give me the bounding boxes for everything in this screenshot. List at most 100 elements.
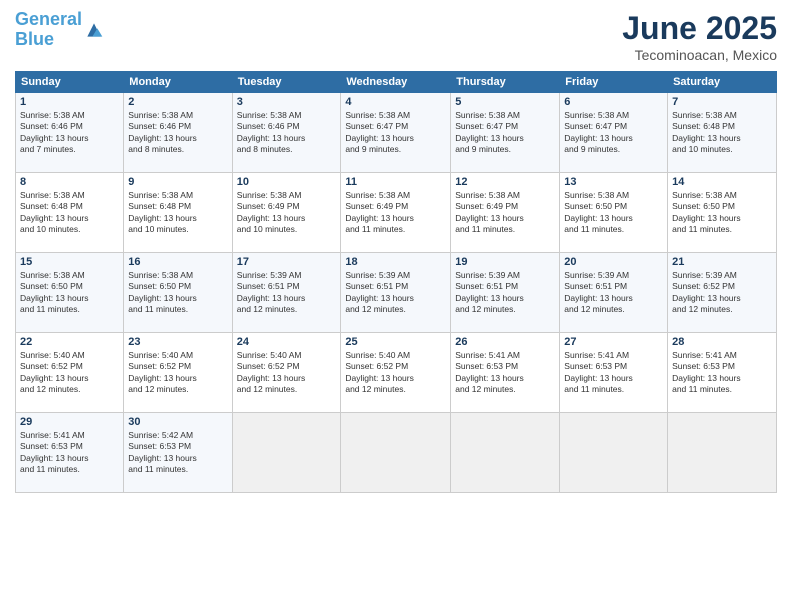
week-row-5: 29 Sunrise: 5:41 AMSunset: 6:53 PMDayligh… — [16, 413, 777, 493]
calendar-subtitle: Tecominoacan, Mexico — [622, 47, 777, 63]
day-number: 1 — [20, 96, 119, 108]
day-number: 18 — [345, 256, 446, 268]
day-info: Sunrise: 5:39 AMSunset: 6:51 PMDaylight:… — [237, 270, 337, 316]
table-cell — [232, 413, 341, 493]
day-number: 5 — [455, 96, 555, 108]
table-cell: 6 Sunrise: 5:38 AMSunset: 6:47 PMDaylight… — [560, 93, 668, 173]
day-info: Sunrise: 5:38 AMSunset: 6:47 PMDaylight:… — [564, 110, 663, 156]
day-info: Sunrise: 5:42 AMSunset: 6:53 PMDaylight:… — [128, 430, 227, 476]
table-cell: 25 Sunrise: 5:40 AMSunset: 6:52 PMDayligh… — [341, 333, 451, 413]
page: General Blue June 2025 Tecominoacan, Mex… — [0, 0, 792, 612]
day-info: Sunrise: 5:41 AMSunset: 6:53 PMDaylight:… — [672, 350, 772, 396]
day-number: 29 — [20, 416, 119, 428]
table-cell: 28 Sunrise: 5:41 AMSunset: 6:53 PMDayligh… — [668, 333, 777, 413]
calendar-header-row: Sunday Monday Tuesday Wednesday Thursday… — [16, 72, 777, 93]
day-number: 11 — [345, 176, 446, 188]
day-number: 20 — [564, 256, 663, 268]
table-cell: 19 Sunrise: 5:39 AMSunset: 6:51 PMDayligh… — [451, 253, 560, 333]
logo-icon — [84, 20, 104, 40]
table-cell — [451, 413, 560, 493]
table-cell: 20 Sunrise: 5:39 AMSunset: 6:51 PMDayligh… — [560, 253, 668, 333]
day-number: 14 — [672, 176, 772, 188]
table-cell: 7Sunrise: 5:38 AMSunset: 6:48 PMDaylight… — [668, 93, 777, 173]
day-number: 8 — [20, 176, 119, 188]
calendar-title: June 2025 — [622, 10, 777, 47]
day-number: 9 — [128, 176, 227, 188]
table-cell: 16 Sunrise: 5:38 AMSunset: 6:50 PMDayligh… — [124, 253, 232, 333]
table-cell: 4Sunrise: 5:38 AMSunset: 6:47 PMDaylight… — [341, 93, 451, 173]
week-row-3: 15 Sunrise: 5:38 AMSunset: 6:50 PMDayligh… — [16, 253, 777, 333]
table-cell: 12 Sunrise: 5:38 AMSunset: 6:49 PMDayligh… — [451, 173, 560, 253]
day-number: 7 — [672, 96, 772, 108]
day-info: Sunrise: 5:38 AMSunset: 6:49 PMDaylight:… — [237, 190, 337, 236]
day-number: 19 — [455, 256, 555, 268]
table-cell: 2 Sunrise: 5:38 AMSunset: 6:46 PMDaylight… — [124, 93, 232, 173]
day-info: Sunrise: 5:41 AMSunset: 6:53 PMDaylight:… — [20, 430, 119, 476]
day-info: Sunrise: 5:40 AMSunset: 6:52 PMDaylight:… — [20, 350, 119, 396]
table-cell: 11 Sunrise: 5:38 AMSunset: 6:49 PMDayligh… — [341, 173, 451, 253]
col-thursday: Thursday — [451, 72, 560, 93]
day-number: 22 — [20, 336, 119, 348]
calendar-table: Sunday Monday Tuesday Wednesday Thursday… — [15, 71, 777, 493]
table-cell: 3 Sunrise: 5:38 AMSunset: 6:46 PMDaylight… — [232, 93, 341, 173]
table-cell: 14 Sunrise: 5:38 AMSunset: 6:50 PMDayligh… — [668, 173, 777, 253]
day-number: 12 — [455, 176, 555, 188]
day-info: Sunrise: 5:38 AMSunset: 6:47 PMDaylight:… — [345, 110, 446, 156]
logo-line2: Blue — [15, 29, 54, 49]
table-cell: 24Sunrise: 5:40 AMSunset: 6:52 PMDayligh… — [232, 333, 341, 413]
table-cell: 27Sunrise: 5:41 AMSunset: 6:53 PMDayligh… — [560, 333, 668, 413]
day-number: 10 — [237, 176, 337, 188]
table-cell — [341, 413, 451, 493]
col-wednesday: Wednesday — [341, 72, 451, 93]
day-number: 21 — [672, 256, 772, 268]
day-number: 26 — [455, 336, 555, 348]
day-info: Sunrise: 5:38 AMSunset: 6:49 PMDaylight:… — [455, 190, 555, 236]
title-block: June 2025 Tecominoacan, Mexico — [622, 10, 777, 63]
day-info: Sunrise: 5:39 AMSunset: 6:51 PMDaylight:… — [564, 270, 663, 316]
table-cell: 9Sunrise: 5:38 AMSunset: 6:48 PMDaylight… — [124, 173, 232, 253]
day-number: 6 — [564, 96, 663, 108]
day-info: Sunrise: 5:38 AMSunset: 6:46 PMDaylight:… — [20, 110, 119, 156]
day-number: 13 — [564, 176, 663, 188]
day-info: Sunrise: 5:40 AMSunset: 6:52 PMDaylight:… — [237, 350, 337, 396]
week-row-1: 1 Sunrise: 5:38 AMSunset: 6:46 PMDaylight… — [16, 93, 777, 173]
table-cell: 26Sunrise: 5:41 AMSunset: 6:53 PMDayligh… — [451, 333, 560, 413]
day-info: Sunrise: 5:38 AMSunset: 6:48 PMDaylight:… — [20, 190, 119, 236]
day-number: 15 — [20, 256, 119, 268]
col-friday: Friday — [560, 72, 668, 93]
col-tuesday: Tuesday — [232, 72, 341, 93]
table-cell — [560, 413, 668, 493]
table-cell: 23 Sunrise: 5:40 AMSunset: 6:52 PMDayligh… — [124, 333, 232, 413]
day-number: 2 — [128, 96, 227, 108]
table-cell: 29 Sunrise: 5:41 AMSunset: 6:53 PMDayligh… — [16, 413, 124, 493]
table-cell: 1 Sunrise: 5:38 AMSunset: 6:46 PMDaylight… — [16, 93, 124, 173]
day-info: Sunrise: 5:38 AMSunset: 6:50 PMDaylight:… — [128, 270, 227, 316]
day-info: Sunrise: 5:38 AMSunset: 6:49 PMDaylight:… — [345, 190, 446, 236]
header: General Blue June 2025 Tecominoacan, Mex… — [15, 10, 777, 63]
logo-line1: General — [15, 9, 82, 29]
week-row-2: 8 Sunrise: 5:38 AMSunset: 6:48 PMDaylight… — [16, 173, 777, 253]
table-cell: 5Sunrise: 5:38 AMSunset: 6:47 PMDaylight… — [451, 93, 560, 173]
table-cell: 13 Sunrise: 5:38 AMSunset: 6:50 PMDayligh… — [560, 173, 668, 253]
day-info: Sunrise: 5:38 AMSunset: 6:50 PMDaylight:… — [564, 190, 663, 236]
day-info: Sunrise: 5:40 AMSunset: 6:52 PMDaylight:… — [128, 350, 227, 396]
table-cell — [668, 413, 777, 493]
col-saturday: Saturday — [668, 72, 777, 93]
day-info: Sunrise: 5:39 AMSunset: 6:51 PMDaylight:… — [345, 270, 446, 316]
day-info: Sunrise: 5:41 AMSunset: 6:53 PMDaylight:… — [564, 350, 663, 396]
table-cell: 10 Sunrise: 5:38 AMSunset: 6:49 PMDayligh… — [232, 173, 341, 253]
day-info: Sunrise: 5:39 AMSunset: 6:52 PMDaylight:… — [672, 270, 772, 316]
day-info: Sunrise: 5:38 AMSunset: 6:50 PMDaylight:… — [672, 190, 772, 236]
day-number: 3 — [237, 96, 337, 108]
day-info: Sunrise: 5:38 AMSunset: 6:46 PMDaylight:… — [237, 110, 337, 156]
day-info: Sunrise: 5:39 AMSunset: 6:51 PMDaylight:… — [455, 270, 555, 316]
day-info: Sunrise: 5:38 AMSunset: 6:46 PMDaylight:… — [128, 110, 227, 156]
day-number: 25 — [345, 336, 446, 348]
day-number: 23 — [128, 336, 227, 348]
week-row-4: 22 Sunrise: 5:40 AMSunset: 6:52 PMDayligh… — [16, 333, 777, 413]
table-cell: 8 Sunrise: 5:38 AMSunset: 6:48 PMDaylight… — [16, 173, 124, 253]
day-info: Sunrise: 5:40 AMSunset: 6:52 PMDaylight:… — [345, 350, 446, 396]
day-number: 16 — [128, 256, 227, 268]
day-number: 28 — [672, 336, 772, 348]
day-number: 30 — [128, 416, 227, 428]
